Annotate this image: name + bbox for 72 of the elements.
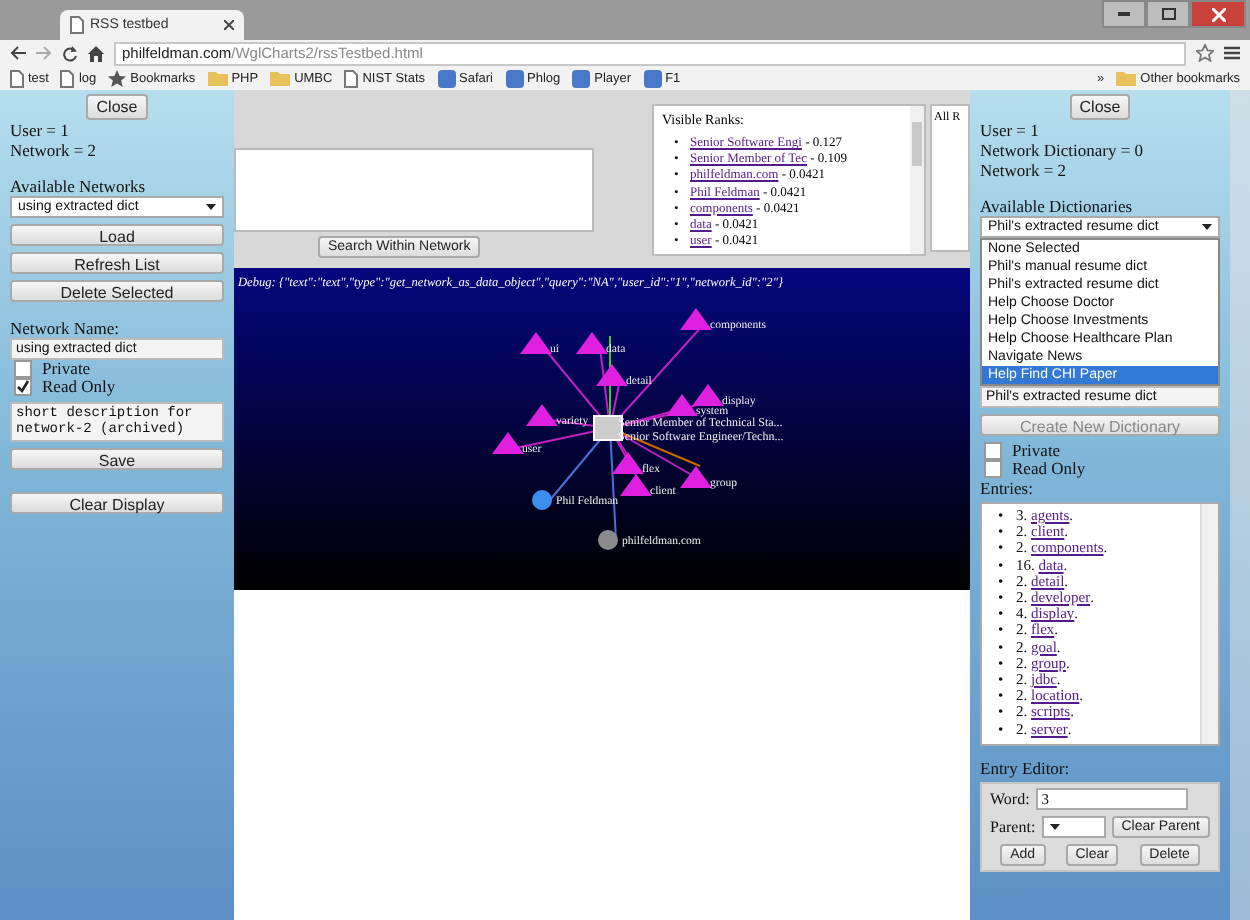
field-label: Network Name:	[10, 318, 122, 338]
checkbox-label: Private	[42, 360, 91, 378]
save-button[interactable]: Save	[10, 448, 224, 470]
reload-icon[interactable]	[62, 45, 78, 61]
cone-node[interactable]	[576, 332, 608, 354]
cone-node[interactable]	[526, 404, 558, 426]
query-field[interactable]	[234, 148, 594, 232]
section-label: Entry Editor:	[980, 758, 1072, 778]
folder-icon	[270, 70, 291, 86]
cone-node[interactable]	[492, 432, 524, 454]
caret-icon	[1049, 824, 1060, 830]
panel-button[interactable]: Load	[10, 224, 224, 246]
close-button[interactable]: Close	[86, 94, 148, 120]
checkbox-label: Read Only	[1012, 460, 1086, 478]
folder-icon	[207, 70, 228, 86]
section-label: Available Networks	[10, 176, 148, 196]
cone-node[interactable]	[666, 394, 698, 416]
site-icon	[643, 69, 662, 87]
maximize-icon	[1161, 8, 1175, 20]
section-label: Entries:	[980, 478, 1035, 498]
page-icon	[70, 16, 84, 34]
cone-node[interactable]	[680, 466, 712, 488]
cone-node[interactable]	[520, 332, 552, 354]
network-label: Network = 2	[980, 160, 1069, 180]
minimize-icon	[1118, 12, 1130, 16]
cone-node[interactable]	[596, 364, 628, 386]
parent-select[interactable]	[1041, 816, 1106, 838]
caret-icon	[206, 204, 216, 210]
back-icon[interactable]	[10, 46, 26, 60]
site-icon	[505, 69, 523, 87]
home-icon[interactable]	[88, 45, 104, 61]
cone-node[interactable]	[620, 474, 652, 496]
field-label: Word:	[990, 790, 1030, 808]
scrollbar[interactable]	[1200, 504, 1218, 744]
panel-button[interactable]: Refresh List	[10, 252, 224, 274]
caret-icon	[1202, 224, 1212, 230]
minimize-button[interactable]	[1102, 0, 1146, 28]
checkbox[interactable]	[984, 442, 1002, 460]
user-label: User = 1	[10, 120, 71, 140]
section-label: Available Dictionaries	[980, 196, 1135, 216]
field-label: Parent:	[990, 818, 1036, 836]
scrollbar[interactable]	[910, 106, 924, 254]
page-icon	[10, 69, 24, 87]
cone-node[interactable]	[612, 452, 644, 474]
clear-display-button[interactable]: Clear Display	[10, 492, 224, 514]
site-icon	[437, 69, 456, 87]
maximize-button[interactable]	[1146, 0, 1190, 28]
graph-canvas[interactable]	[234, 268, 970, 590]
folder-icon	[1116, 70, 1137, 86]
page-icon	[344, 69, 359, 87]
close-icon	[1211, 7, 1225, 21]
dictionary-label: Network Dictionary = 0	[980, 140, 1146, 160]
cone-node[interactable]	[692, 384, 724, 406]
menu-icon[interactable]	[1224, 46, 1240, 60]
close-icon[interactable]	[224, 20, 234, 30]
checkbox[interactable]	[14, 378, 32, 396]
user-label: User = 1	[980, 120, 1041, 140]
cone-node[interactable]	[680, 308, 712, 330]
checkbox-label: Private	[1012, 442, 1061, 460]
network-label: Network = 2	[10, 140, 99, 160]
sphere-node[interactable]	[532, 490, 552, 510]
star-icon[interactable]	[1196, 44, 1214, 62]
site-icon	[572, 69, 591, 87]
checkbox[interactable]	[14, 360, 32, 378]
close-button[interactable]	[1190, 0, 1246, 28]
star-icon	[108, 69, 127, 87]
close-button[interactable]: Close	[1069, 94, 1131, 120]
panel-button[interactable]: Delete Selected	[10, 280, 224, 302]
sphere-node[interactable]	[598, 530, 618, 550]
checkbox-label: Read Only	[42, 378, 116, 396]
page-icon	[60, 69, 75, 87]
checkbox[interactable]	[984, 460, 1002, 478]
